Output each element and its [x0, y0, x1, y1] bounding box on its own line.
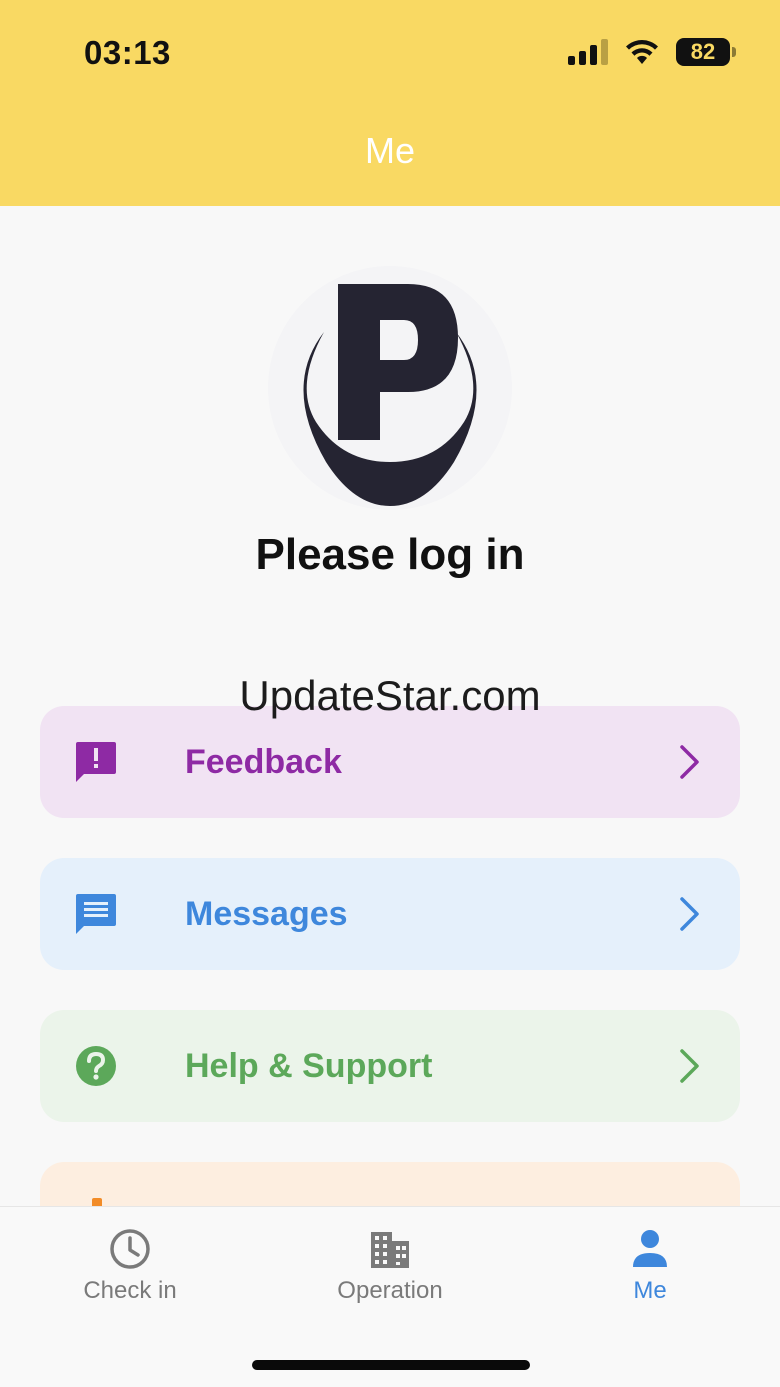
login-prompt[interactable]: Please log in [0, 530, 780, 580]
help-support-item[interactable]: Help & Support [40, 1010, 740, 1122]
help-icon [74, 1044, 118, 1088]
chevron-right-icon [678, 1047, 702, 1085]
feedback-label: Feedback [185, 742, 342, 781]
wifi-icon [626, 40, 658, 64]
page-title: Me [364, 130, 415, 171]
battery-icon: 82 [676, 38, 736, 66]
home-indicator[interactable] [252, 1360, 530, 1370]
signal-icon [568, 39, 608, 65]
person-icon [628, 1227, 672, 1271]
help-support-label: Help & Support [185, 1046, 433, 1085]
messages-item[interactable]: Messages [40, 858, 740, 970]
feedback-item[interactable]: Feedback [40, 706, 740, 818]
tab-label: Operation [337, 1277, 443, 1304]
clock-icon [108, 1227, 152, 1271]
battery-level: 82 [690, 39, 716, 64]
tab-label: Check in [83, 1277, 177, 1304]
status-icons: 82 [568, 36, 736, 68]
watermark-text: UpdateStar.com [239, 672, 541, 719]
chevron-right-icon [678, 895, 702, 933]
feedback-icon [74, 740, 118, 784]
status-time: 03:13 [84, 34, 171, 71]
tab-check-in[interactable]: Check in [0, 1227, 260, 1305]
building-icon [368, 1227, 412, 1271]
header: 03:13 82 Me [0, 0, 780, 206]
me-screen: 03:13 82 Me Please log in UpdateStar.com… [0, 0, 780, 1387]
app-logo [268, 266, 512, 510]
message-icon [74, 892, 118, 936]
messages-label: Messages [185, 894, 348, 933]
tab-me[interactable]: Me [520, 1227, 780, 1305]
tab-label: Me [633, 1277, 667, 1304]
tab-operation[interactable]: Operation [260, 1227, 520, 1305]
chevron-right-icon [678, 743, 702, 781]
